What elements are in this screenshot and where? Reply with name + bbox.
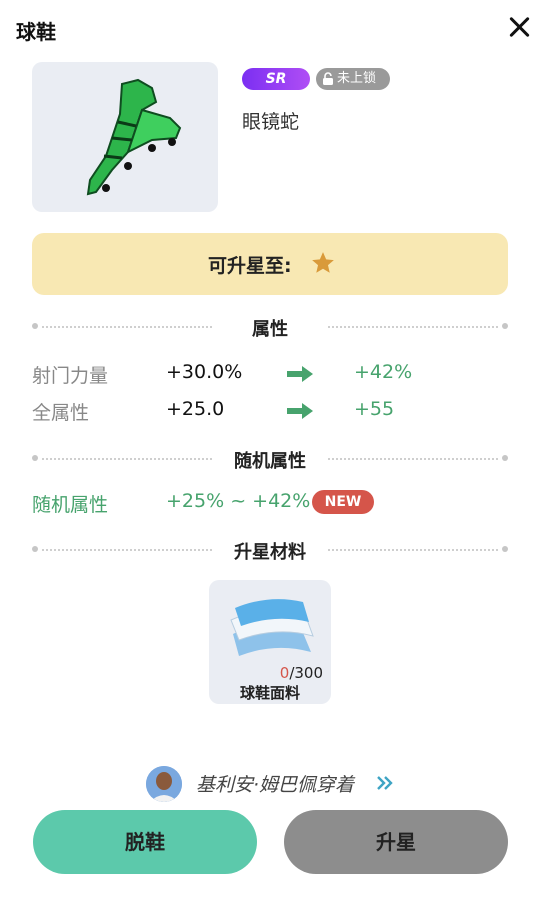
avatar-icon <box>146 766 182 802</box>
attribute-row: 全属性 +25.0 +55 <box>32 396 508 426</box>
attribute-name: 射门力量 <box>32 365 109 387</box>
attribute-name: 全属性 <box>32 402 90 424</box>
material-name: 球鞋面料 <box>239 684 300 702</box>
random-attributes-section-header: 随机属性 <box>32 444 508 474</box>
arrow-right-icon <box>287 366 313 382</box>
random-attribute-row: 随机属性 +25% ~ +42% NEW <box>32 488 508 518</box>
unlock-icon <box>323 72 333 85</box>
wearer-link[interactable]: 基利安·姆巴佩穿着 <box>146 766 406 802</box>
random-attributes-section-title: 随机属性 <box>234 451 306 472</box>
lock-status-label: 未上锁 <box>337 71 377 86</box>
remove-shoes-button[interactable]: 脱鞋 <box>33 810 257 874</box>
upgrade-label: 可升星至: <box>208 255 292 277</box>
attribute-next-value: +42% <box>354 361 413 383</box>
attribute-next-value: +55 <box>354 398 395 420</box>
star-icon <box>312 252 334 273</box>
new-badge: NEW <box>312 490 374 514</box>
arrow-right-icon <box>287 403 313 419</box>
close-icon[interactable] <box>506 14 532 40</box>
upgrade-banner: 可升星至: <box>32 233 508 295</box>
attributes-section-header: 属性 <box>32 312 508 342</box>
fabric-icon <box>230 599 314 656</box>
boot-icon <box>86 78 182 196</box>
boot-image-card <box>32 62 218 212</box>
attributes-section-title: 属性 <box>252 319 288 340</box>
attribute-current-value: +30.0% <box>166 361 243 383</box>
upgrade-star-button[interactable]: 升星 <box>284 810 508 874</box>
lock-status-badge[interactable]: 未上锁 <box>316 68 390 90</box>
random-attribute-range: +25% ~ +42% <box>166 490 311 512</box>
double-chevron-icon <box>377 776 393 790</box>
attribute-row: 射门力量 +30.0% +42% <box>32 359 508 389</box>
attribute-current-value: +25.0 <box>166 398 225 420</box>
random-attribute-name: 随机属性 <box>32 494 109 516</box>
item-name: 眼镜蛇 <box>242 111 300 133</box>
material-count: 0/300 <box>279 664 323 682</box>
wearer-label: 基利安·姆巴佩穿着 <box>196 774 355 796</box>
page-title: 球鞋 <box>16 20 56 44</box>
materials-section-title: 升星材料 <box>234 542 306 563</box>
material-card[interactable]: 0/300 球鞋面料 <box>209 580 331 704</box>
materials-section-header: 升星材料 <box>32 535 508 565</box>
rarity-badge: SR <box>242 68 310 90</box>
